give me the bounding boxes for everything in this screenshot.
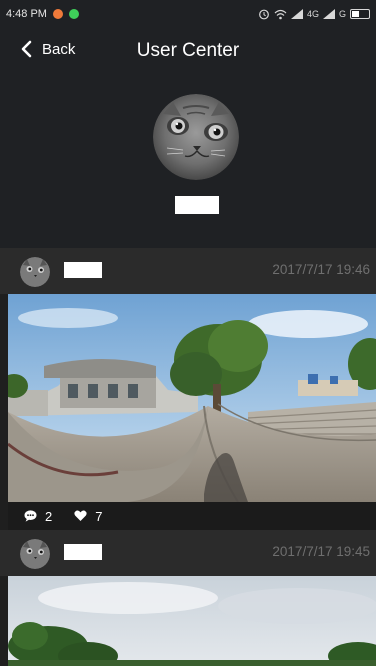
app-header: Back User Center	[0, 28, 376, 76]
heart-icon	[74, 510, 87, 521]
back-label: Back	[42, 40, 76, 58]
post-stats-bar: 2 7	[8, 502, 376, 530]
post-timestamp: 2017/7/17 19:45	[272, 544, 370, 559]
like-count: 7	[95, 508, 103, 524]
wifi-icon	[274, 9, 287, 19]
cat-avatar-image	[153, 94, 239, 180]
comment-icon	[24, 510, 37, 522]
comments-button[interactable]: 2	[24, 509, 52, 524]
network-type: 4G	[306, 9, 319, 19]
post-username-redacted	[64, 544, 102, 560]
post-timestamp: 2017/7/17 19:46	[272, 262, 370, 277]
username-redacted	[175, 196, 219, 214]
signal-icon	[322, 9, 335, 19]
post-header: 2017/7/17 19:45	[0, 530, 376, 576]
notification-orange-icon	[52, 9, 63, 19]
post-username-redacted	[64, 262, 102, 278]
comment-count: 2	[45, 508, 53, 524]
signal-icon	[290, 9, 303, 19]
carrier-g: G	[338, 9, 346, 19]
status-time: 4:48 PM	[6, 8, 47, 20]
avatar[interactable]	[153, 94, 239, 180]
status-right: 4G G	[258, 8, 376, 20]
panorama-photo[interactable]	[8, 576, 376, 666]
alarm-icon	[259, 9, 269, 20]
app-screen: 4:48 PM 4G G Back User Center 2017/7/17 …	[0, 0, 376, 666]
post-header: 2017/7/17 19:46	[0, 248, 376, 294]
panorama-image	[8, 576, 376, 666]
status-bar: 4:48 PM 4G G	[0, 0, 376, 28]
panorama-image	[8, 294, 376, 502]
post-avatar[interactable]	[20, 257, 50, 287]
battery-level	[352, 11, 359, 17]
status-left: 4:48 PM	[0, 8, 79, 20]
battery-icon	[350, 9, 370, 19]
panorama-photo[interactable]	[8, 294, 376, 502]
profile-section	[0, 76, 376, 248]
notification-green-icon	[68, 9, 79, 19]
chevron-left-icon	[21, 40, 32, 58]
cat-avatar-image	[20, 539, 50, 569]
like-button[interactable]: 7	[74, 509, 102, 524]
post-avatar[interactable]	[20, 539, 50, 569]
back-button[interactable]: Back	[20, 40, 75, 58]
cat-avatar-image	[20, 257, 50, 287]
